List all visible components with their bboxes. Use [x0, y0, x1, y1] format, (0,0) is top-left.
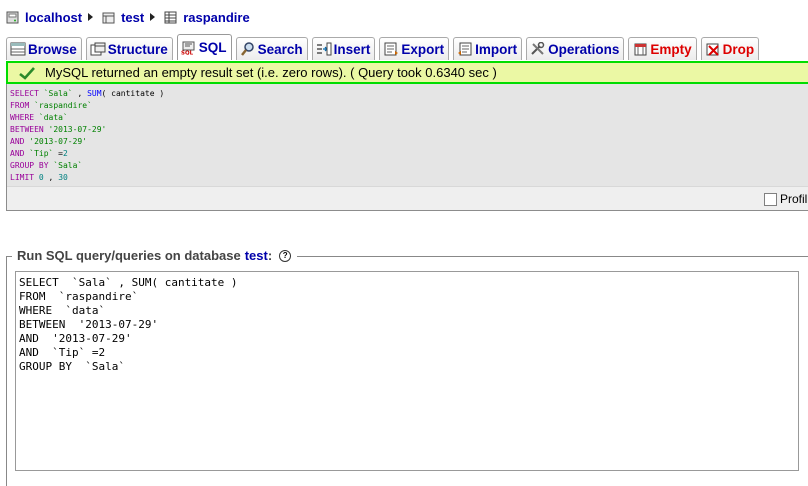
tab-search-label: Search	[257, 41, 303, 57]
sql-token: LIMIT	[10, 173, 39, 182]
tab-empty[interactable]: Empty	[628, 37, 697, 60]
sql-token: `Sala`	[43, 89, 73, 98]
sql-options-bar: Profil	[7, 186, 808, 210]
sql-token: ,	[43, 173, 59, 182]
profiling-checkbox[interactable]	[764, 192, 777, 206]
breadcrumb-table[interactable]: raspandire	[164, 9, 250, 25]
export-icon	[384, 42, 399, 56]
sql-line: FROM `raspandire`	[10, 100, 164, 112]
sql-token: SELECT	[10, 89, 44, 98]
tab-sql-label: SQL	[198, 40, 227, 55]
legend-prefix: Run SQL query/queries on database	[17, 248, 241, 263]
query-line: AND '2013-07-29'	[19, 332, 132, 345]
success-message: MySQL returned an empty result set (i.e.…	[6, 61, 808, 84]
sql-token: ( cantitate )	[101, 89, 165, 98]
tab-search[interactable]: Search	[235, 37, 308, 60]
operations-icon	[531, 42, 545, 55]
breadcrumb-separator-icon	[88, 13, 94, 21]
sql-token: GROUP BY	[10, 161, 54, 170]
tab-drop[interactable]: Drop	[700, 37, 760, 60]
sql-line: AND '2013-07-29'	[10, 136, 164, 148]
tab-empty-label: Empty	[650, 41, 692, 57]
drop-icon	[706, 43, 719, 56]
sql-query-textarea[interactable]: SELECT `Sala` , SUM( cantitate ) FROM `ra…	[15, 271, 799, 471]
server-icon	[6, 11, 19, 23]
tab-export[interactable]: Export	[379, 37, 450, 60]
tab-browse[interactable]: Browse	[6, 37, 82, 60]
sql-line: AND `Tip` =2	[10, 148, 164, 160]
sql-token: `raspandire`	[34, 101, 92, 110]
breadcrumb-table-label: raspandire	[183, 9, 250, 25]
query-line: SELECT `Sala` , SUM( cantitate )	[19, 276, 238, 289]
sql-token: ,	[72, 89, 88, 98]
structure-icon	[90, 42, 106, 56]
sql-token: '2013-07-29'	[48, 125, 107, 134]
breadcrumb-database-label: test	[121, 9, 145, 25]
legend-suffix: :	[267, 248, 273, 263]
checkmark-icon	[19, 66, 35, 80]
query-line: WHERE `data`	[19, 304, 106, 317]
sql-line: WHERE `data`	[10, 112, 164, 124]
sql-token: `Sala`	[53, 161, 83, 170]
tab-structure[interactable]: Structure	[85, 37, 173, 60]
tab-export-label: Export	[401, 41, 445, 57]
sql-line: GROUP BY `Sala`	[10, 160, 164, 172]
breadcrumb-database[interactable]: test	[102, 10, 144, 25]
breadcrumb-server[interactable]: localhost	[6, 10, 82, 25]
sql-token: FROM	[10, 101, 35, 110]
query-line: AND `Tip` =2	[19, 346, 106, 359]
tab-drop-label: Drop	[722, 41, 755, 57]
query-line: BETWEEN '2013-07-29'	[19, 318, 159, 331]
sql-line: BETWEEN '2013-07-29'	[10, 124, 164, 136]
sql-token: 2	[63, 149, 68, 158]
breadcrumb-separator-icon	[150, 13, 156, 21]
tab-operations-label: Operations	[548, 41, 620, 57]
browse-icon	[10, 42, 26, 56]
sql-token: `data`	[38, 113, 68, 122]
sql-token: AND	[10, 149, 30, 158]
sql-token: AND	[10, 137, 30, 146]
search-icon	[240, 42, 254, 56]
profiling-option[interactable]: Profil	[764, 192, 807, 206]
sql-token: SUM	[87, 89, 102, 98]
tab-bar: Browse Structure SQL SQL Search Insert E…	[6, 34, 808, 60]
legend-database-link[interactable]: test	[245, 248, 268, 263]
sql-token: `Tip`	[29, 149, 54, 158]
table-icon	[164, 11, 177, 23]
query-line: FROM `raspandire`	[19, 290, 139, 303]
help-icon[interactable]: ?	[279, 249, 292, 262]
import-icon	[458, 42, 472, 56]
insert-icon	[316, 42, 332, 56]
tab-import-label: Import	[475, 41, 518, 57]
database-icon	[102, 12, 115, 23]
query-line: GROUP BY `Sala`	[19, 360, 125, 373]
tab-insert-label: Insert	[333, 41, 371, 57]
breadcrumb: localhost test raspandire	[6, 8, 250, 26]
success-message-text: MySQL returned an empty result set (i.e.…	[45, 65, 497, 80]
sql-line: SELECT `Sala` , SUM( cantitate )	[10, 88, 164, 100]
tab-browse-label: Browse	[28, 41, 77, 57]
tab-import[interactable]: Import	[453, 37, 523, 60]
tab-insert[interactable]: Insert	[311, 37, 376, 60]
executed-sql-box: SELECT `Sala` , SUM( cantitate ) FROM `ra…	[6, 84, 808, 211]
sql-token: =	[53, 149, 63, 158]
sql-token: WHERE	[10, 113, 39, 122]
breadcrumb-server-label: localhost	[25, 9, 83, 25]
sql-query-legend: Run SQL query/queries on database test :…	[12, 248, 298, 263]
sql-icon: SQL	[181, 41, 195, 55]
sql-line: LIMIT 0 , 30	[10, 172, 164, 184]
tab-operations[interactable]: Operations	[526, 37, 625, 60]
tab-structure-label: Structure	[107, 41, 168, 57]
sql-token: 30	[58, 173, 68, 182]
empty-icon	[634, 43, 647, 56]
sql-token: BETWEEN	[10, 125, 49, 134]
tab-sql[interactable]: SQL SQL	[176, 34, 232, 60]
sql-token: '2013-07-29'	[29, 137, 88, 146]
profiling-label: Profil	[780, 192, 808, 206]
svg-text:SQL: SQL	[181, 50, 194, 55]
executed-sql-code: SELECT `Sala` , SUM( cantitate ) FROM `ra…	[10, 88, 164, 184]
